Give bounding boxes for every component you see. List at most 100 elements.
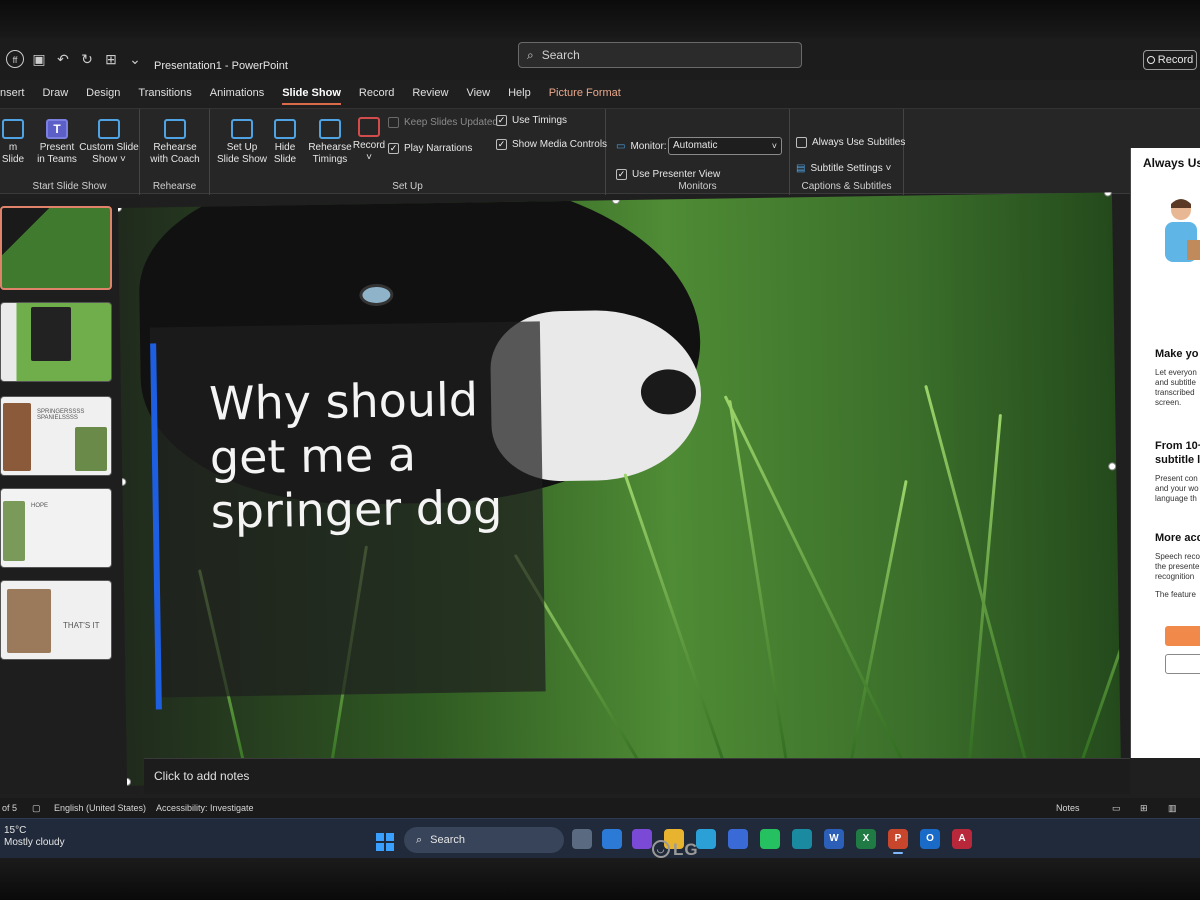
title-bar: ff ▣ ↶ ↻ ⊞ ⌄ Presentation1 - PowerPoint … (0, 38, 1200, 80)
grass-blade (728, 399, 790, 776)
pane-secondary-button[interactable] (1165, 654, 1200, 674)
notes-input[interactable]: Click to add notes (144, 758, 1130, 794)
slide-title[interactable]: Why should get me a springer dog (209, 372, 532, 538)
use-presenter-view-checkbox[interactable]: ✓ Use Presenter View (616, 169, 720, 180)
setup-icon (231, 119, 253, 139)
search-icon: ⌕ (527, 47, 534, 62)
play-narrations-checkbox[interactable]: ✓ Play Narrations (388, 143, 472, 154)
access-icon[interactable]: A (952, 829, 972, 849)
present-from-start-icon[interactable]: ⊞ (102, 50, 120, 68)
slide-thumbnail-1[interactable] (0, 206, 112, 290)
excel-icon[interactable]: X (856, 829, 876, 849)
custom-slide-show-button[interactable]: Custom Slide Show ˅ (78, 119, 140, 166)
weather-widget[interactable]: 15°C Mostly cloudy (4, 825, 65, 849)
tab-transitions[interactable]: Transitions (129, 82, 200, 104)
show-media-controls-checkbox[interactable]: ✓ Show Media Controls (496, 139, 607, 150)
search-icon: ⌕ (416, 833, 423, 846)
resize-handle[interactable] (611, 196, 621, 205)
pane-text-line: screen. (1155, 398, 1182, 407)
slide-thumbnail-4[interactable]: HOPE (0, 488, 112, 568)
tab-design[interactable]: Design (77, 82, 129, 104)
tab-draw[interactable]: Draw (33, 82, 77, 104)
resize-handle[interactable] (1108, 462, 1117, 471)
spellcheck-icon[interactable]: ▢ (32, 803, 41, 814)
tab-animations[interactable]: Animations (201, 82, 273, 104)
customize-toolbar-icon[interactable]: ⌄ (126, 50, 144, 68)
resize-handle[interactable] (1103, 192, 1112, 197)
redo-icon[interactable]: ↻ (78, 50, 96, 68)
tab-insert[interactable]: nsert (0, 82, 33, 104)
person-illustration (1165, 199, 1200, 262)
hide-slide-button[interactable]: Hide Slide (268, 119, 302, 166)
present-in-teams-button[interactable]: T Present in Teams (32, 119, 82, 166)
monitor-label: ▭ Monitor: (616, 141, 667, 152)
tab-view[interactable]: View (457, 82, 499, 104)
slideshow-icon (2, 119, 24, 139)
tab-help[interactable]: Help (499, 82, 540, 104)
normal-view-icon[interactable]: ▭ (1112, 803, 1121, 814)
slide-thumbnail-3[interactable]: SPRINGERSSSS SPANIELSSSS (0, 396, 112, 476)
ribbon-tabs: nsert Draw Design Transitions Animations… (0, 82, 630, 105)
pane-heading-1: Make yo (1155, 348, 1199, 360)
slide-thumbnail-5[interactable]: THAT'S IT (0, 580, 112, 660)
widgets-icon[interactable] (602, 829, 622, 849)
account-avatar[interactable]: ff (6, 50, 24, 68)
tab-record[interactable]: Record (350, 82, 403, 104)
app-icon[interactable] (792, 829, 812, 849)
use-timings-checkbox[interactable]: ✓ Use Timings (496, 115, 567, 126)
grass-blade (623, 473, 730, 777)
record-button[interactable]: Record (1143, 50, 1197, 70)
dog-photo (3, 403, 31, 471)
pane-text-line: transcribed (1155, 388, 1195, 397)
pane-text-line: Speech reco (1155, 552, 1200, 561)
tab-slide-show[interactable]: Slide Show (273, 82, 350, 105)
task-view-icon[interactable] (572, 829, 592, 849)
whatsapp-icon[interactable] (760, 829, 780, 849)
pane-primary-button[interactable] (1165, 626, 1200, 646)
edge-icon[interactable] (696, 829, 716, 849)
undo-icon[interactable]: ↶ (54, 50, 72, 68)
window-title: Presentation1 - PowerPoint (154, 60, 288, 72)
lg-logo-icon: ◡ (652, 839, 670, 858)
pane-text-line: and subtitle (1155, 378, 1196, 387)
coach-icon (164, 119, 186, 139)
tab-picture-format[interactable]: Picture Format (540, 82, 630, 104)
subtitle-settings-button[interactable]: ▤ Subtitle Settings ˅ (796, 163, 891, 174)
pane-text-line: and your wo (1155, 484, 1199, 493)
set-up-slide-show-button[interactable]: Set Up Slide Show (214, 119, 270, 166)
monitor-select[interactable]: Automatic ˅ (668, 137, 782, 155)
from-current-slide-button[interactable]: m Slide (0, 119, 26, 166)
slide-sorter-icon[interactable]: ⊞ (1140, 803, 1148, 814)
store-icon[interactable] (728, 829, 748, 849)
group-label-monitors: Monitors (678, 181, 717, 192)
slide-thumbnail-2[interactable] (0, 302, 112, 382)
grass-blade (924, 384, 1030, 773)
accessibility-status[interactable]: Accessibility: Investigate (156, 803, 254, 813)
record-slide-show-button[interactable]: Record ˅ (352, 117, 386, 164)
always-use-subtitles-checkbox[interactable]: Always Use Subtitles (796, 137, 905, 148)
pane-heading-2: From 10+ (1155, 440, 1200, 452)
word-icon[interactable]: W (824, 829, 844, 849)
grass-blade (723, 395, 910, 775)
rehearse-timings-button[interactable]: Rehearse Timings (308, 119, 352, 166)
reading-view-icon[interactable]: ▥ (1168, 803, 1177, 814)
dog-photo (75, 427, 107, 471)
tab-review[interactable]: Review (403, 82, 457, 104)
slide-canvas[interactable]: Why should get me a springer dog (118, 192, 1121, 786)
group-rehearse: Rehearse with Coach Rehearse (140, 109, 210, 195)
powerpoint-icon[interactable]: P (888, 829, 908, 854)
copilot-icon[interactable] (632, 829, 652, 849)
pane-header: Always Us (1143, 156, 1200, 170)
keep-slides-updated-checkbox[interactable]: Keep Slides Updated (388, 117, 498, 128)
outlook-icon[interactable]: O (920, 829, 940, 849)
start-button[interactable] (376, 833, 394, 851)
timer-icon (319, 119, 341, 139)
group-label-start: Start Slide Show (32, 181, 107, 192)
save-icon[interactable]: ▣ (30, 50, 48, 68)
language-indicator[interactable]: English (United States) (54, 803, 146, 813)
taskbar-search[interactable]: ⌕ Search (404, 827, 564, 853)
weather-condition: Mostly cloudy (4, 837, 65, 848)
notes-toggle-button[interactable]: Notes (1056, 803, 1080, 813)
rehearse-with-coach-button[interactable]: Rehearse with Coach (144, 119, 206, 166)
search-input[interactable]: ⌕ Search (518, 42, 802, 68)
